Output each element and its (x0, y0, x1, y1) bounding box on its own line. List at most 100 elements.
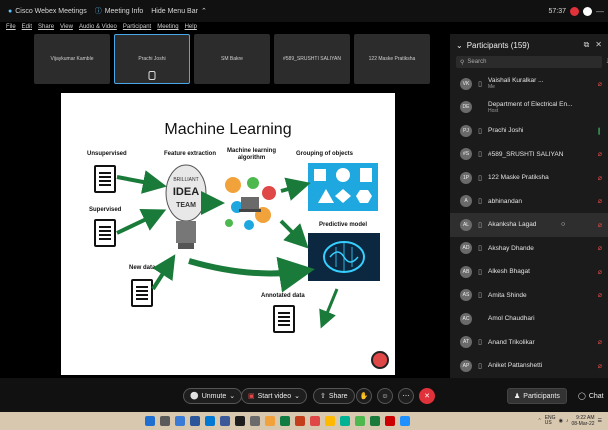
participant-row[interactable]: PJ ▯ Prachi Joshi ❙ (450, 119, 608, 143)
popout-icon[interactable]: ⧉ (584, 40, 590, 50)
powerpoint-icon[interactable] (295, 416, 305, 426)
tile-name: 122 Maske Pratiksha (368, 56, 416, 62)
device-icon: ▯ (478, 198, 482, 206)
reactions-button[interactable]: ☺ (377, 388, 393, 404)
app-icon[interactable] (220, 416, 230, 426)
leave-meeting-button[interactable]: ✕ (419, 388, 435, 404)
people-icon: ♟ (514, 393, 521, 400)
clock[interactable]: 9:22 AM 08-Mar-22 (571, 415, 594, 427)
close-icon[interactable]: ✕ (595, 40, 602, 50)
menu-share[interactable]: Share (38, 24, 54, 30)
hide-menu-bar-button[interactable]: Hide Menu Bar ⌃ (151, 7, 207, 16)
start-video-button[interactable]: ▣ Start video ⌄ (241, 388, 307, 404)
microphone-muted-icon[interactable]: ⌀ (598, 221, 602, 229)
terminal-icon[interactable] (235, 416, 245, 426)
microphone-muted-icon[interactable]: ⌀ (598, 197, 602, 205)
meeting-info-button[interactable]: ⓘ Meeting Info (95, 6, 144, 16)
tile-name: #589_SRUSHTI SALIYAN (283, 56, 341, 62)
video-tile[interactable]: Vijaykumar Kamble (34, 34, 110, 84)
chevron-down-icon[interactable]: ⌄ (456, 41, 463, 50)
language-indicator[interactable]: ENG US (545, 416, 556, 426)
microphone-muted-icon[interactable]: ⌀ (598, 291, 602, 299)
participant-row[interactable]: AL ▯ Akanksha Lagad ○ ⌀ (450, 213, 608, 237)
microphone-active-icon[interactable]: ❙ (596, 127, 602, 135)
participant-row[interactable]: DE Department of Electrical En... Host (450, 96, 608, 120)
device-icon: ▯ (478, 174, 482, 182)
app-icon[interactable] (340, 416, 350, 426)
participants-toggle-button[interactable]: ♟ Participants (507, 388, 567, 404)
participant-name-text: Aniket Pattanshetti (488, 362, 543, 370)
participant-row[interactable]: AD ▯ Akshay Dhande ⌀ (450, 237, 608, 261)
stop-share-icon[interactable] (371, 351, 389, 369)
acrobat-icon[interactable] (385, 416, 395, 426)
participants-label: Participants (523, 392, 560, 400)
microphone-muted-icon[interactable]: ⌀ (598, 80, 602, 88)
participant-name: 122 Maske Pratiksha (488, 174, 549, 181)
microphone-muted-icon[interactable]: ⌀ (598, 362, 602, 370)
app-icon[interactable] (370, 416, 380, 426)
minimize-icon[interactable]: — (596, 7, 604, 16)
participant-row[interactable]: AS ▯ Amita Shinde ⌀ (450, 284, 608, 308)
menu-audio-video[interactable]: Audio & Video (79, 24, 117, 30)
folder-icon[interactable] (265, 416, 275, 426)
video-tile[interactable]: SM Bakre (194, 34, 270, 84)
profile-icon[interactable] (583, 6, 592, 16)
chrome-icon[interactable] (325, 416, 335, 426)
share-button[interactable]: ⇧ Share (313, 388, 355, 404)
word-icon[interactable] (190, 416, 200, 426)
windows-start-icon[interactable] (145, 416, 155, 426)
file-explorer-icon[interactable] (250, 416, 260, 426)
menu-participant[interactable]: Participant (123, 24, 151, 30)
participant-row[interactable]: AC Amol Chaudhari (450, 307, 608, 331)
unmute-button[interactable]: ⚪ Unmute ⌄ (183, 388, 243, 404)
search-icon[interactable] (160, 416, 170, 426)
microphone-muted-icon[interactable]: ⌀ (598, 244, 602, 252)
task-view-icon[interactable] (175, 416, 185, 426)
video-tile-active-speaker[interactable]: Prachi Joshi (114, 34, 190, 84)
microphone-muted-icon[interactable]: ⌀ (598, 150, 602, 158)
chat-icon[interactable]: ○ (561, 221, 565, 228)
wifi-icon[interactable]: ◉ (559, 418, 563, 424)
windows-taskbar: ⌃ ENG US ◉ ♪ 9:22 AM 08-Mar-22 ☰ (0, 412, 608, 430)
menu-help[interactable]: Help (185, 24, 197, 30)
participant-row[interactable]: AB ▯ Alkesh Bhagat ⌀ (450, 260, 608, 284)
device-icon: ▯ (478, 268, 482, 276)
participant-name-text: Alkesh Bhagat (488, 268, 530, 276)
participant-row[interactable]: 1P ▯ 122 Maske Pratiksha ⌀ (450, 166, 608, 190)
microphone-muted-icon[interactable]: ⌀ (598, 268, 602, 276)
shared-slide: Machine Learning Unsupervised Supervised… (61, 93, 395, 375)
app-icon[interactable] (310, 416, 320, 426)
webex-icon[interactable] (400, 416, 410, 426)
search-placeholder: Search (467, 59, 487, 65)
more-options-button[interactable]: ⋯ (398, 388, 414, 404)
participant-row[interactable]: #S ▯ #589_SRUSHTI SALIYAN ⌀ (450, 143, 608, 167)
menu-view[interactable]: View (60, 24, 73, 30)
device-icon: ▯ (478, 339, 482, 347)
menu-meeting[interactable]: Meeting (157, 24, 178, 30)
hide-menu-label: Hide Menu Bar (151, 7, 198, 15)
chat-button[interactable]: ◯ Chat (572, 388, 608, 404)
chevron-up-icon[interactable]: ⌃ (538, 418, 542, 424)
video-tile[interactable]: 122 Maske Pratiksha (354, 34, 430, 84)
raise-hand-button[interactable]: ✋ (356, 388, 372, 404)
microphone-muted-icon[interactable]: ⌀ (598, 174, 602, 182)
excel-icon[interactable] (280, 416, 290, 426)
participant-role: Host (488, 107, 499, 114)
participant-row[interactable]: AP ▯ Aniket Pattanshetti ⌀ (450, 354, 608, 378)
edge-icon[interactable] (205, 416, 215, 426)
menu-file[interactable]: File (6, 24, 16, 30)
device-icon: ▯ (478, 221, 482, 229)
menu-edit[interactable]: Edit (22, 24, 32, 30)
video-tile[interactable]: #589_SRUSHTI SALIYAN (274, 34, 350, 84)
participant-row[interactable]: VK ▯ Vaishali Kuralkar ... Me ⌀ (450, 72, 608, 96)
participant-row[interactable]: A ▯ abhinandan ⌀ (450, 190, 608, 214)
participants-title: Participants (159) (466, 40, 530, 50)
participant-search-input[interactable]: ⚲ Search ⇵ (456, 56, 608, 68)
tile-name: SM Bakre (221, 56, 243, 62)
volume-icon[interactable]: ♪ (566, 418, 569, 424)
microphone-muted-icon[interactable]: ⌀ (598, 338, 602, 346)
app-icon[interactable] (355, 416, 365, 426)
participant-row[interactable]: AT ▯ Anand Trikolikar ⌀ (450, 331, 608, 355)
recording-icon (570, 6, 579, 16)
notification-icon[interactable]: ☰ (598, 418, 602, 424)
